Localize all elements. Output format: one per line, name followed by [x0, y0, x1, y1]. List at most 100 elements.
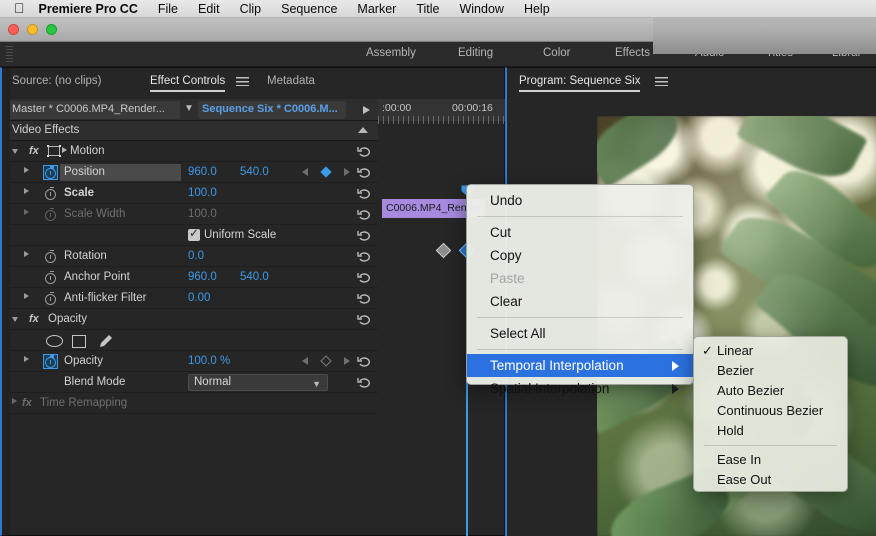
reset-button-anti-flicker[interactable]	[357, 292, 371, 305]
param-row-scale[interactable]: Scale 100.0	[2, 183, 378, 204]
param-value-anchor-x[interactable]: 960.0	[188, 271, 217, 283]
context-menu-item-undo[interactable]: Undo	[467, 189, 693, 212]
ellipse-mask-icon[interactable]	[46, 335, 63, 347]
zoom-button[interactable]	[46, 24, 57, 35]
reset-button-scale[interactable]	[357, 187, 371, 200]
checkbox-uniform-scale[interactable]	[188, 226, 200, 241]
sequence-clip-selector[interactable]: Sequence Six * C0006.M...	[198, 101, 346, 119]
context-menu-item-temporal-interpolation[interactable]: Temporal Interpolation	[467, 354, 693, 377]
tab-program-monitor[interactable]: Program: Sequence Six	[519, 75, 641, 92]
tab-source[interactable]: Source: (no clips)	[12, 75, 101, 87]
add-keyframe-icon[interactable]	[320, 166, 332, 178]
tab-effect-controls[interactable]: Effect Controls	[150, 75, 226, 92]
menu-item-edit[interactable]: Edit	[198, 2, 220, 16]
twisty-closed-icon[interactable]	[24, 293, 29, 299]
menu-item-file[interactable]: File	[158, 2, 178, 16]
menu-item-clip[interactable]: Clip	[240, 2, 262, 16]
menu-item-title[interactable]: Title	[416, 2, 439, 16]
param-row-opacity[interactable]: Opacity 100.0 %	[2, 351, 378, 372]
stopwatch-icon-position[interactable]	[43, 165, 58, 180]
param-value-anti-flicker[interactable]: 0.00	[188, 292, 210, 304]
minimize-button[interactable]	[27, 24, 38, 35]
param-row-scale-width[interactable]: Scale Width 100.0	[2, 204, 378, 225]
prev-keyframe-icon[interactable]	[302, 168, 308, 176]
submenu-item-ease-in[interactable]: Ease In	[694, 450, 847, 470]
stopwatch-icon-scale-width[interactable]	[44, 207, 57, 221]
context-menu-item-clear[interactable]: Clear	[467, 290, 693, 313]
reset-button-blend-mode[interactable]	[357, 376, 371, 389]
master-clip-selector[interactable]: Master * C0006.MP4_Render...	[8, 101, 180, 119]
keyframe-marker-inactive[interactable]	[435, 242, 452, 259]
twisty-closed-icon[interactable]	[12, 398, 17, 404]
param-row-uniform-scale[interactable]: Uniform Scale	[2, 225, 378, 246]
menu-item-help[interactable]: Help	[524, 2, 550, 16]
twisty-closed-icon[interactable]	[24, 356, 29, 362]
reset-button-anchor-point[interactable]	[357, 271, 371, 284]
collapse-arrow-icon[interactable]	[358, 127, 368, 133]
param-row-rotation[interactable]: Rotation 0.0	[2, 246, 378, 267]
twisty-closed-icon[interactable]	[24, 188, 29, 194]
twisty-closed-icon[interactable]	[24, 167, 29, 173]
next-keyframe-icon[interactable]	[344, 168, 350, 176]
tab-metadata[interactable]: Metadata	[267, 75, 315, 87]
context-menu-item-select-all[interactable]: Select All	[467, 322, 693, 345]
twisty-open-icon[interactable]	[12, 149, 18, 154]
submenu-item-bezier[interactable]: Bezier	[694, 361, 847, 381]
workspace-tab-effects[interactable]: Effects	[615, 47, 650, 59]
submenu-item-auto-bezier[interactable]: Auto Bezier	[694, 381, 847, 401]
panel-menu-icon[interactable]	[236, 77, 249, 86]
menu-item-marker[interactable]: Marker	[357, 2, 396, 16]
param-value-position-y[interactable]: 540.0	[240, 166, 269, 178]
param-row-anchor-point[interactable]: Anchor Point 960.0 540.0	[2, 267, 378, 288]
param-row-anti-flicker-filter[interactable]: Anti-flicker Filter 0.00	[2, 288, 378, 309]
stopwatch-icon-scale[interactable]	[44, 186, 57, 200]
twisty-open-icon[interactable]	[12, 317, 18, 322]
stopwatch-icon-anti-flicker[interactable]	[44, 291, 57, 305]
stopwatch-icon-anchor-point[interactable]	[44, 270, 57, 284]
pen-mask-icon[interactable]	[98, 334, 113, 348]
effect-row-motion[interactable]: fx Motion	[2, 141, 378, 162]
effect-row-opacity[interactable]: fx Opacity	[2, 309, 378, 330]
play-icon[interactable]	[363, 106, 370, 114]
reset-button-opacity[interactable]	[357, 355, 371, 368]
reset-button-scale-width[interactable]	[357, 208, 371, 221]
param-value-scale-width[interactable]: 100.0	[188, 208, 217, 220]
stopwatch-icon-opacity[interactable]	[43, 354, 58, 369]
twisty-closed-icon[interactable]	[24, 209, 29, 215]
reset-button-uniform-scale[interactable]	[357, 229, 371, 242]
blend-mode-select[interactable]: Normal ▼	[188, 374, 328, 391]
workspace-tab-editing[interactable]: Editing	[458, 47, 493, 59]
close-button[interactable]	[8, 24, 19, 35]
submenu-item-linear[interactable]: ✓ Linear	[694, 341, 847, 361]
apple-icon[interactable]: 	[14, 1, 25, 15]
reset-button-rotation[interactable]	[357, 250, 371, 263]
param-value-scale[interactable]: 100.0	[188, 187, 217, 199]
prev-keyframe-icon[interactable]	[302, 357, 308, 365]
param-row-position[interactable]: Position 960.0 540.0	[2, 162, 378, 183]
submenu-item-hold[interactable]: Hold	[694, 421, 847, 441]
submenu-item-ease-out[interactable]: Ease Out	[694, 470, 847, 490]
chevron-down-icon[interactable]: ▼	[184, 103, 194, 114]
effect-row-time-remapping[interactable]: fx Time Remapping	[2, 393, 378, 414]
drag-grip-icon[interactable]	[6, 46, 13, 63]
menu-item-window[interactable]: Window	[459, 2, 503, 16]
menu-item-sequence[interactable]: Sequence	[281, 2, 337, 16]
param-row-blend-mode[interactable]: Blend Mode Normal ▼	[2, 372, 378, 393]
rectangle-mask-icon[interactable]	[72, 335, 86, 348]
context-menu-item-spatial-interpolation[interactable]: Spatial Interpolation	[467, 377, 693, 400]
twisty-closed-icon[interactable]	[24, 251, 29, 257]
reset-button-opacity-effect[interactable]	[357, 313, 371, 326]
panel-menu-icon[interactable]	[655, 77, 668, 86]
param-value-position-x[interactable]: 960.0	[188, 166, 217, 178]
param-value-anchor-y[interactable]: 540.0	[240, 271, 269, 283]
param-value-opacity[interactable]: 100.0 %	[188, 355, 230, 367]
workspace-tab-assembly[interactable]: Assembly	[366, 47, 416, 59]
context-menu-item-cut[interactable]: Cut	[467, 221, 693, 244]
next-keyframe-icon[interactable]	[344, 357, 350, 365]
add-keyframe-icon[interactable]	[320, 355, 332, 367]
reset-button-motion[interactable]	[357, 145, 371, 158]
reset-button-position[interactable]	[357, 166, 371, 179]
submenu-item-continuous-bezier[interactable]: Continuous Bezier	[694, 401, 847, 421]
workspace-tab-color[interactable]: Color	[543, 47, 570, 59]
param-value-rotation[interactable]: 0.0	[188, 250, 204, 262]
